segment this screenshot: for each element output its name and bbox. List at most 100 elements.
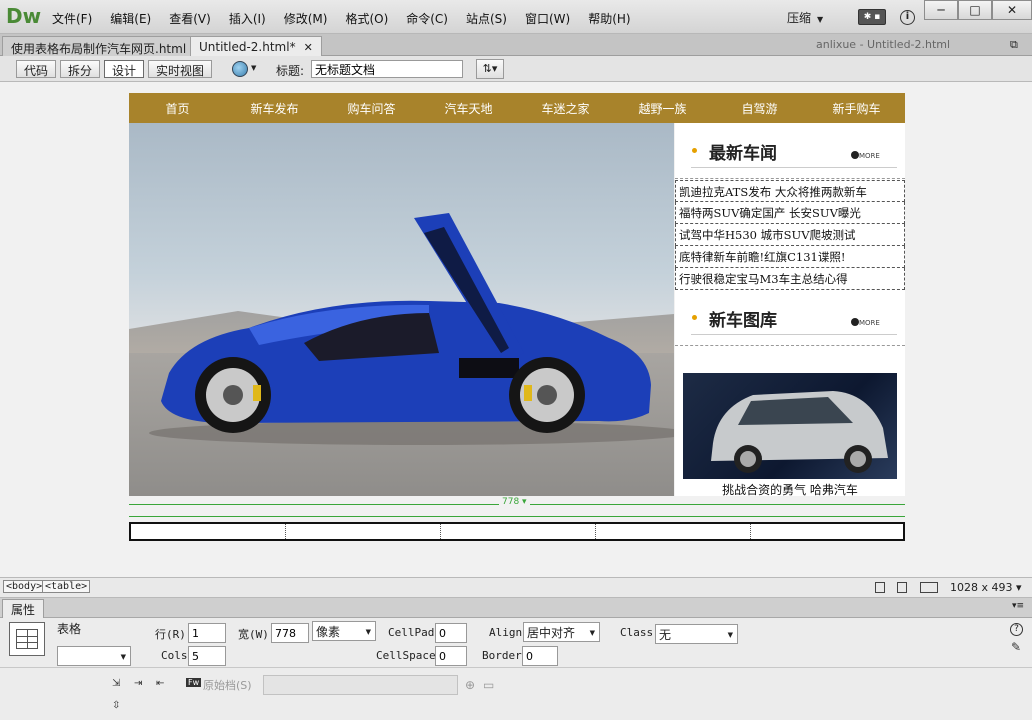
help-icon[interactable]: ? <box>1010 623 1023 636</box>
chevron-down-icon: ▼ <box>817 15 824 24</box>
chevron-down-icon: ▼ <box>727 631 733 639</box>
class-label: Class <box>620 626 654 639</box>
cols-input[interactable] <box>188 646 226 666</box>
status-bar: <body> <table> 1028 x 493 ▾ <box>0 578 1032 598</box>
more-arrow-icon <box>851 151 859 159</box>
window-size-icon[interactable] <box>920 582 938 593</box>
suv-image <box>683 373 897 479</box>
list-item[interactable]: 凯迪拉克ATS发布 大众将推两款新车 <box>675 180 905 202</box>
nav-item-offroad[interactable]: 越野一族 <box>614 100 711 117</box>
news-section-title: 最新车闻 <box>709 144 777 164</box>
workspace-switcher[interactable]: 压缩 ▼ <box>787 9 823 26</box>
tag-selector-body[interactable]: <body> <box>3 580 46 593</box>
cols-label: Cols <box>161 649 188 662</box>
nav-item-fans[interactable]: 车迷之家 <box>517 100 614 117</box>
page-layout-table[interactable]: 首页 新车发布 购车问答 汽车天地 车迷之家 越野一族 自驾游 新手购车 最新车… <box>129 93 905 497</box>
width-unit-select[interactable]: 像素 ▼ <box>312 621 376 641</box>
table-width-label[interactable]: 778 ▾ <box>499 497 530 507</box>
menu-format[interactable]: 格式(O) <box>345 10 388 27</box>
file-management-icon[interactable]: ⇅▾ <box>476 59 504 79</box>
preview-in-browser-icon[interactable] <box>232 61 248 77</box>
menu-file[interactable]: 文件(F) <box>52 10 92 27</box>
live-view-button[interactable]: 实时视图 <box>148 60 213 78</box>
news-more-link[interactable]: MORE <box>859 152 880 160</box>
close-button[interactable]: ✕ <box>992 0 1032 20</box>
border-label: Border <box>482 649 522 662</box>
table-width-indicator[interactable]: 778 ▾ <box>129 496 905 520</box>
menu-window[interactable]: 窗口(W) <box>525 10 570 27</box>
hand-tool-icon[interactable] <box>897 582 907 593</box>
info-icon[interactable]: i <box>900 10 915 25</box>
split-view-button[interactable]: 拆分 <box>60 60 101 78</box>
extension-icon[interactable]: ✱ ▪ <box>858 9 886 25</box>
tab-untitled-2[interactable]: Untitled-2.html* ✕ <box>190 36 322 56</box>
list-item[interactable]: 行驶很稳定宝马M3车主总结心得 <box>675 268 905 290</box>
class-select[interactable]: 无 ▼ <box>655 624 738 644</box>
tab-properties[interactable]: 属性 <box>2 599 45 618</box>
site-nav: 首页 新车发布 购车问答 汽车天地 车迷之家 越野一族 自驾游 新手购车 <box>129 93 905 123</box>
nav-item-qa[interactable]: 购车问答 <box>323 100 420 117</box>
tab-car-webpage[interactable]: 使用表格布局制作汽车网页.html✕ <box>2 36 213 56</box>
class-value: 无 <box>659 628 672 642</box>
clear-row-heights-icon[interactable]: ⇲ <box>112 678 120 689</box>
menu-help[interactable]: 帮助(H) <box>588 10 630 27</box>
nav-item-new-release[interactable]: 新车发布 <box>226 100 323 117</box>
tab-label: 使用表格布局制作汽车网页.html <box>11 42 187 56</box>
fireworks-icon[interactable]: Fw <box>186 678 202 687</box>
document-title-input[interactable] <box>311 60 463 78</box>
sports-car-illustration <box>149 213 674 445</box>
nav-item-beginner[interactable]: 新手购车 <box>808 100 905 117</box>
list-item[interactable]: 试驾中华H530 城市SUV爬坡测试 <box>675 224 905 246</box>
bullet-icon <box>692 315 697 320</box>
width-input[interactable] <box>271 623 309 643</box>
close-icon[interactable]: ✕ <box>304 41 313 54</box>
menu-modify[interactable]: 修改(M) <box>284 10 328 27</box>
design-view-button[interactable]: 设计 <box>104 60 145 78</box>
tab-label: Untitled-2.html* <box>199 40 296 54</box>
selected-empty-table[interactable] <box>129 522 905 541</box>
width-unit-value: 像素 <box>316 625 341 639</box>
cellpad-input[interactable] <box>435 623 467 643</box>
table-id-select[interactable]: ▼ <box>57 646 131 666</box>
list-item[interactable]: 底特律新车前瞻!红旗C131谍照! <box>675 246 905 268</box>
menu-view[interactable]: 查看(V) <box>169 10 211 27</box>
rows-input[interactable] <box>188 623 226 643</box>
clear-column-widths-icon[interactable]: ⇥ <box>134 678 142 689</box>
menu-edit[interactable]: 编辑(E) <box>110 10 151 27</box>
panel-menu-icon[interactable]: ▾≡ <box>1012 601 1024 611</box>
nav-item-world[interactable]: 汽车天地 <box>420 100 517 117</box>
rows-label: 行(R) <box>155 628 186 641</box>
align-select[interactable]: 居中对齐 ▼ <box>523 622 600 642</box>
gallery-more-link[interactable]: MORE <box>859 319 880 327</box>
folder-icon[interactable]: ▭ <box>483 678 494 692</box>
dreamweaver-logo: Dw <box>6 4 42 28</box>
menu-commands[interactable]: 命令(C) <box>406 10 448 27</box>
convert-to-percent-icon[interactable]: ⇳ <box>112 700 120 711</box>
window-size-readout[interactable]: 1028 x 493 ▾ <box>950 581 1022 594</box>
target-icon[interactable]: ⊕ <box>465 678 475 692</box>
sidebar-column: 最新车闻 MORE 凯迪拉克ATS发布 大众将推两款新车 福特两SUV确定国产 … <box>675 123 905 497</box>
menu-insert[interactable]: 插入(I) <box>229 10 266 27</box>
design-canvas[interactable]: 首页 新车发布 购车问答 汽车天地 车迷之家 越野一族 自驾游 新手购车 最新车… <box>0 82 1032 578</box>
maximize-button[interactable]: □ <box>958 0 992 20</box>
news-section-header: 最新车闻 MORE <box>675 123 905 179</box>
cellspace-input[interactable] <box>435 646 467 666</box>
window-controls: ─ □ ✕ <box>924 0 1032 20</box>
main-menu: 文件(F) 编辑(E) 查看(V) 插入(I) 修改(M) 格式(O) 命令(C… <box>52 10 649 27</box>
tag-selector-table[interactable]: <table> <box>42 580 91 593</box>
code-view-button[interactable]: 代码 <box>16 60 57 78</box>
source-file-input <box>263 675 458 695</box>
gallery-section-title: 新车图库 <box>709 311 777 331</box>
list-item[interactable]: 福特两SUV确定国产 长安SUV曝光 <box>675 202 905 224</box>
convert-to-pixels-icon[interactable]: ⇤ <box>156 678 164 689</box>
menu-site[interactable]: 站点(S) <box>466 10 507 27</box>
width-label: 宽(W) <box>238 628 269 641</box>
chevron-down-icon[interactable]: ▼ <box>251 64 256 72</box>
nav-item-roadtrip[interactable]: 自驾游 <box>711 100 808 117</box>
border-input[interactable] <box>522 646 558 666</box>
minimize-button[interactable]: ─ <box>924 0 958 20</box>
select-tool-icon[interactable] <box>875 582 885 593</box>
nav-item-home[interactable]: 首页 <box>129 100 226 117</box>
restore-window-icon[interactable]: ⧉ <box>1010 38 1018 52</box>
edit-icon[interactable]: ✎ <box>1011 640 1021 654</box>
